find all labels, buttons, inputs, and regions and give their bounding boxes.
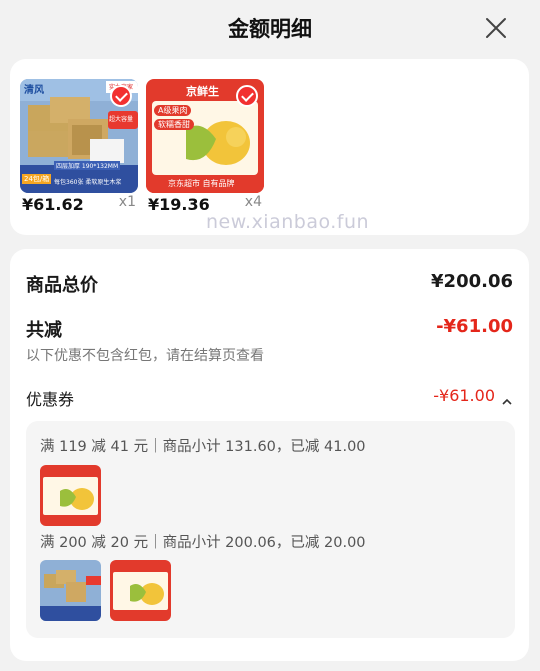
- feature-text: 每包360张 柔软原生木浆: [54, 179, 122, 186]
- coupon-product-thumb-durian: [110, 560, 171, 621]
- product-price: ¥61.62: [22, 195, 84, 214]
- total-value: ¥200.06: [431, 271, 513, 292]
- page-title: 金额明细: [228, 17, 312, 41]
- count-badge: 24包/箱: [22, 174, 52, 184]
- product-qty: x1: [118, 194, 136, 210]
- coupon-product-thumb-tissue: [40, 560, 101, 621]
- coupon-product-thumb-durian: [40, 465, 101, 526]
- brand-text: 清风: [24, 85, 44, 96]
- reduce-row: 共减 -¥61.00: [26, 316, 513, 341]
- product-price: ¥19.36: [148, 195, 210, 214]
- brand-text: 京鲜生: [186, 85, 219, 98]
- product-image-tissue: 清风 实力商家 超大容量 四层加厚 190*132MM 24包/箱 每包360张…: [20, 79, 138, 193]
- selected-check-icon: [236, 85, 258, 107]
- header: 金额明细: [0, 0, 540, 56]
- product-list-card: 清风 实力商家 超大容量 四层加厚 190*132MM 24包/箱 每包360张…: [10, 59, 529, 235]
- close-icon[interactable]: [484, 16, 508, 40]
- product-image-durian: 京鲜生 A级果肉 软糯香甜 京东超市 自有品牌: [146, 79, 264, 193]
- chevron-up-icon[interactable]: [501, 392, 513, 405]
- coupon-detail-box: 满 119 减 41 元｜商品小计 131.60，已减 41.00 满 200 …: [26, 421, 515, 638]
- product-item-durian[interactable]: 京鲜生 A级果肉 软糯香甜 京东超市 自有品牌 ¥19.36 x4: [146, 79, 264, 214]
- promo-text: 超大容量: [109, 116, 134, 123]
- price-detail-card: 商品总价 ¥200.06 共减 -¥61.00 以下优惠不包含红包，请在结算页查…: [10, 249, 529, 661]
- tag-text: A级果肉: [154, 105, 192, 116]
- total-row: 商品总价 ¥200.06: [26, 271, 513, 296]
- reduce-label: 共减: [26, 320, 62, 341]
- coupon-label: 优惠券: [26, 390, 75, 409]
- footer-text: 京东超市 自有品牌: [168, 179, 235, 188]
- tag-text: 软糯香甜: [154, 119, 194, 130]
- coupon-rule: 满 200 减 20 元｜商品小计 200.06，已减 20.00: [40, 535, 366, 551]
- watermark: new.xianbao.fun: [206, 211, 370, 233]
- product-qty: x4: [244, 194, 262, 210]
- reduce-value: -¥61.00: [436, 316, 513, 337]
- coupon-row[interactable]: 优惠券 -¥61.00: [26, 386, 513, 409]
- discount-note: 以下优惠不包含红包，请在结算页查看: [26, 348, 264, 364]
- coupon-value: -¥61.00: [433, 386, 495, 405]
- total-label: 商品总价: [26, 275, 98, 296]
- selected-check-icon: [110, 85, 132, 107]
- product-item-tissue[interactable]: 清风 实力商家 超大容量 四层加厚 190*132MM 24包/箱 每包360张…: [20, 79, 138, 214]
- coupon-rule: 满 119 减 41 元｜商品小计 131.60，已减 41.00: [40, 439, 366, 455]
- spec-text: 四层加厚 190*132MM: [54, 161, 121, 170]
